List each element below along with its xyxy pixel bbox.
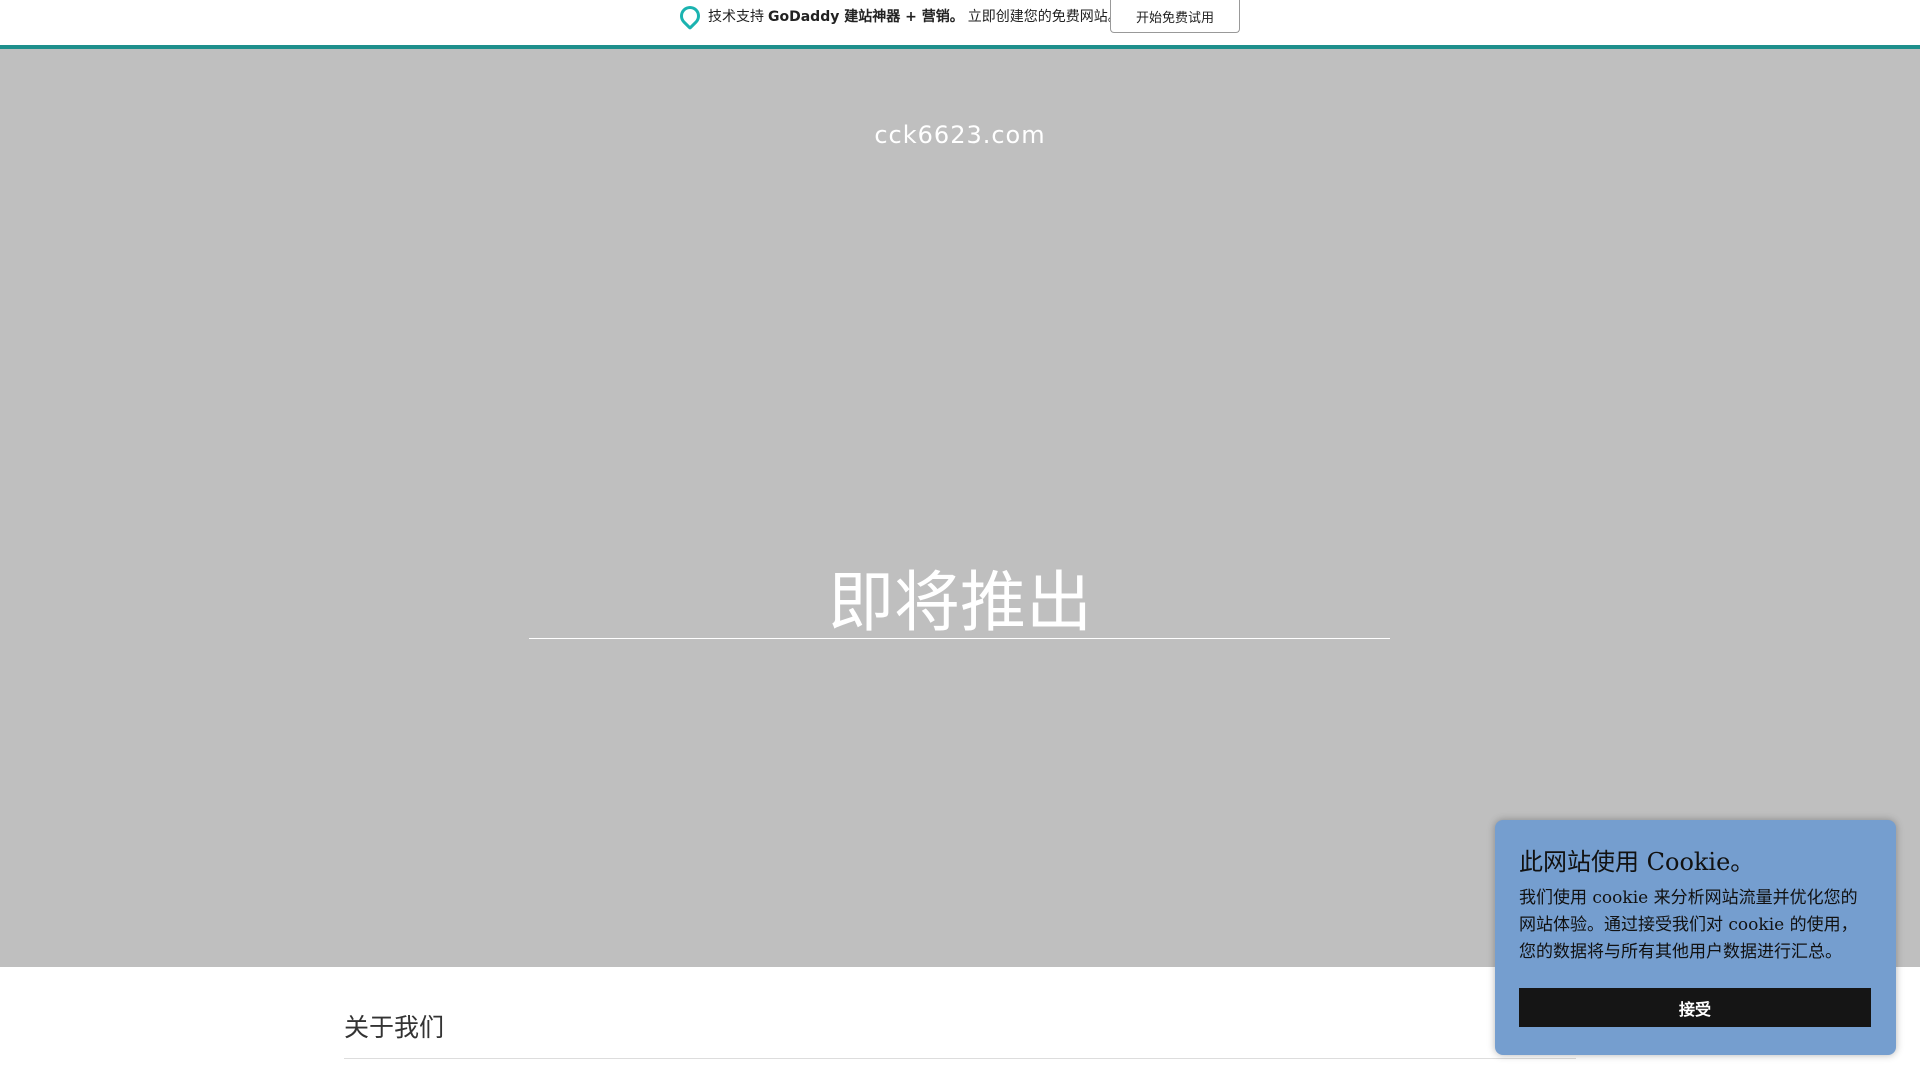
promo-prefix: 技术支持 <box>708 9 764 25</box>
accept-cookies-button[interactable]: 接受 <box>1519 988 1871 1027</box>
cookie-banner: 此网站使用 Cookie。 我们使用 cookie 来分析网站流量并优化您的网站… <box>1495 820 1896 1055</box>
cookie-title: 此网站使用 Cookie。 <box>1519 848 1755 876</box>
promo-bar: 技术支持 GoDaddy 建站神器 + 营销。 立即创建您的免费网站。 开始免费… <box>0 0 1920 49</box>
about-heading: 关于我们 <box>344 1013 445 1042</box>
cookie-body: 我们使用 cookie 来分析网站流量并优化您的网站体验。通过接受我们对 coo… <box>1519 888 1858 962</box>
site-domain[interactable]: cck6623.com <box>0 121 1920 149</box>
godaddy-logo-icon <box>675 1 705 31</box>
hero-divider <box>529 638 1390 639</box>
hero-title: 即将推出 <box>828 564 1092 641</box>
promo-suffix: 立即创建您的免费网站。 <box>967 9 1122 25</box>
start-free-trial-button[interactable]: 开始免费试用 <box>1110 0 1240 33</box>
about-divider <box>344 1058 1576 1059</box>
promo-brand: GoDaddy 建站神器 + 营销。 <box>768 9 964 25</box>
promo-message: 技术支持 GoDaddy 建站神器 + 营销。 立即创建您的免费网站。 <box>675 1 1122 31</box>
